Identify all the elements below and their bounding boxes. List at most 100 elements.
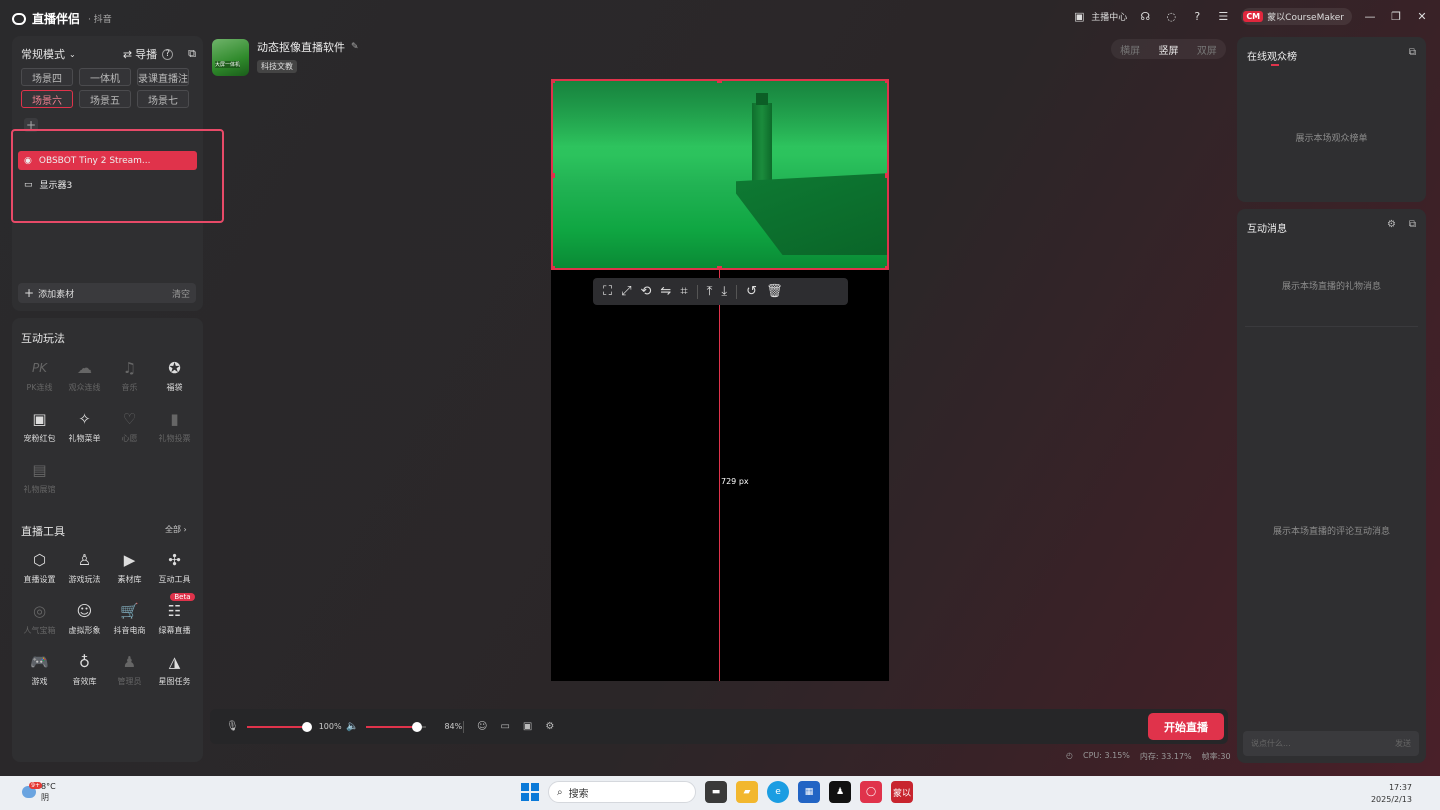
tab-dual[interactable]: 双屏 bbox=[1197, 42, 1217, 57]
task-view-icon[interactable]: ▬ bbox=[705, 781, 727, 803]
tools-all-link[interactable]: 全部 › bbox=[165, 524, 187, 535]
edge-browser-icon[interactable]: e bbox=[767, 781, 789, 803]
popout-icon[interactable]: ⧉ bbox=[1409, 219, 1416, 230]
help-icon[interactable]: ? bbox=[1189, 9, 1205, 25]
clear-button[interactable]: 清空 bbox=[172, 287, 190, 300]
tool-music[interactable]: ♫ 音乐 bbox=[107, 358, 152, 393]
divider bbox=[736, 284, 738, 299]
reset-icon[interactable]: ↺ bbox=[746, 284, 757, 299]
delete-icon[interactable]: 🗑 bbox=[766, 284, 783, 299]
tool-game[interactable]: 🎮 游戏 bbox=[17, 652, 62, 687]
camera-source-preview[interactable] bbox=[551, 79, 889, 270]
speaker-volume-slider[interactable] bbox=[366, 721, 427, 732]
minimize-icon[interactable]: — bbox=[1362, 9, 1378, 25]
fullscreen-icon[interactable]: ⤢ bbox=[621, 284, 631, 299]
tool-admin[interactable]: ♟ 管理员 bbox=[107, 652, 152, 687]
category-tag[interactable]: 科技文教 bbox=[257, 60, 297, 73]
rotate-icon[interactable]: ⟲ bbox=[641, 284, 652, 299]
taskbar-search[interactable]: ⌕ 搜索 bbox=[548, 781, 696, 803]
joystick-icon: ♙ bbox=[77, 551, 92, 569]
resize-handle[interactable] bbox=[885, 173, 887, 178]
chat-bubble-icon[interactable]: ◌ bbox=[1163, 9, 1179, 25]
tool-gift-gallery[interactable]: ▤ 礼物展馆 bbox=[17, 460, 62, 495]
account-button[interactable]: CM 蒙以CourseMaker bbox=[1241, 8, 1352, 25]
tool-label: 礼物投票 bbox=[158, 434, 191, 443]
app-shortcut-icon[interactable]: 蒙以 bbox=[891, 781, 913, 803]
resize-handle[interactable] bbox=[553, 81, 555, 83]
popout-icon[interactable]: ⧉ bbox=[188, 47, 196, 61]
fit-screen-icon[interactable]: ⛶ bbox=[603, 284, 612, 299]
live-companion-taskbar-icon[interactable]: ◯ bbox=[860, 781, 882, 803]
tab-portrait[interactable]: 竖屏 bbox=[1158, 42, 1178, 57]
app-platform: · 抖音 bbox=[88, 15, 112, 25]
menu-icon[interactable]: ☰ bbox=[1215, 9, 1231, 25]
tool-star-tasks[interactable]: ◮ 星图任务 bbox=[152, 652, 197, 687]
speaker-icon[interactable]: 🔈 bbox=[346, 721, 358, 732]
send-button[interactable]: 发送 bbox=[1395, 738, 1411, 749]
tool-interactive-tools[interactable]: ✣ 互动工具 bbox=[152, 550, 197, 585]
camera-icon[interactable]: ▣ bbox=[523, 721, 532, 732]
tab-landscape[interactable]: 横屏 bbox=[1120, 42, 1140, 57]
tool-sound-effects[interactable]: ♁ 音效库 bbox=[62, 652, 107, 687]
mode-selector[interactable]: 常规模式 ⌄ bbox=[21, 46, 76, 62]
tool-audience-link[interactable]: ☁ 观众连线 bbox=[62, 358, 107, 393]
performance-icon[interactable]: ◴ bbox=[1066, 751, 1073, 762]
store-icon[interactable]: ▦ bbox=[798, 781, 820, 803]
edit-icon[interactable]: ✎ bbox=[351, 42, 359, 52]
scene-tab[interactable]: 场景五 bbox=[79, 90, 131, 108]
mode-label: 常规模式 bbox=[21, 48, 65, 61]
beauty-icon[interactable]: ☺ bbox=[477, 721, 487, 732]
flip-icon[interactable]: ⇋ bbox=[660, 284, 671, 299]
move-top-icon[interactable]: ⤒ bbox=[707, 284, 713, 299]
tool-live-settings[interactable]: ⬡ 直播设置 bbox=[17, 550, 62, 585]
tool-gift-vote[interactable]: ▮ 礼物投票 bbox=[152, 409, 197, 444]
creator-center-button[interactable]: ▣ 主播中心 bbox=[1071, 9, 1127, 25]
resize-handle[interactable] bbox=[553, 266, 555, 268]
tool-avatar[interactable]: ☺ 虚拟形象 bbox=[62, 601, 107, 636]
scene-tab[interactable]: 录课直播注 bbox=[137, 68, 189, 86]
tool-red-packet[interactable]: ▣ 宠粉红包 bbox=[17, 409, 62, 444]
popout-icon[interactable]: ⧉ bbox=[1409, 47, 1416, 58]
resize-handle[interactable] bbox=[885, 266, 887, 268]
resize-handle[interactable] bbox=[553, 173, 555, 178]
mic-volume-slider[interactable] bbox=[246, 721, 312, 732]
settings-icon[interactable]: ⚙ bbox=[545, 721, 554, 732]
tool-popularity-box[interactable]: ◎ 人气宝箱 bbox=[17, 601, 62, 636]
sound-effect-icon: ♁ bbox=[79, 653, 90, 671]
stream-cover-thumbnail[interactable]: 大屏一体机 bbox=[212, 39, 249, 76]
tool-ecommerce[interactable]: 🛒 抖音电商 bbox=[107, 601, 152, 636]
microphone-icon[interactable]: 🎙 bbox=[226, 721, 239, 732]
tool-material-library[interactable]: ▶ 素材库 bbox=[107, 550, 152, 585]
weather-widget[interactable]: 9+ 8°C 阴 bbox=[22, 781, 56, 803]
start-live-button[interactable]: 开始直播 bbox=[1148, 713, 1224, 740]
scene-tab[interactable]: 场景七 bbox=[137, 90, 189, 108]
move-bottom-icon[interactable]: ⤓ bbox=[721, 284, 727, 299]
file-explorer-icon[interactable]: ▰ bbox=[736, 781, 758, 803]
mic-volume-knob[interactable] bbox=[301, 721, 312, 732]
crop-icon[interactable]: ⌗ bbox=[680, 284, 687, 299]
scene-tab-active[interactable]: 场景六 bbox=[21, 90, 73, 108]
tool-pk[interactable]: PK PK连线 bbox=[17, 358, 62, 393]
tool-wish[interactable]: ♡ 心愿 bbox=[107, 409, 152, 444]
add-material-button[interactable]: + 添加素材 bbox=[24, 286, 74, 300]
headset-icon[interactable]: ☊ bbox=[1137, 9, 1153, 25]
help-icon[interactable]: ? bbox=[162, 48, 174, 60]
resize-handle[interactable] bbox=[717, 81, 722, 83]
restore-icon[interactable]: ❐ bbox=[1388, 9, 1404, 25]
guide-button[interactable]: ⇄ 导播 bbox=[123, 46, 157, 62]
settings-icon[interactable]: ⚙ bbox=[1387, 219, 1396, 230]
scene-tab[interactable]: 一体机 bbox=[79, 68, 131, 86]
windows-start-icon[interactable] bbox=[521, 783, 539, 801]
tool-lucky-bag[interactable]: ✪ 福袋 bbox=[152, 358, 197, 393]
tool-green-screen[interactable]: ☷ Beta 绿幕直播 bbox=[152, 593, 197, 636]
close-icon[interactable]: ✕ bbox=[1414, 9, 1430, 25]
system-clock[interactable]: 17:37 2025/2/13 bbox=[1371, 782, 1412, 806]
comment-input[interactable]: 说点什么... 发送 bbox=[1243, 731, 1419, 756]
resize-handle[interactable] bbox=[885, 81, 887, 83]
tool-game-play[interactable]: ♙ 游戏玩法 bbox=[62, 550, 107, 585]
speaker-volume-knob[interactable] bbox=[411, 721, 422, 732]
screen-record-icon[interactable]: ▭ bbox=[500, 721, 509, 732]
scene-tab[interactable]: 场景四 bbox=[21, 68, 73, 86]
qq-icon[interactable]: ♟ bbox=[829, 781, 851, 803]
tool-gift-menu[interactable]: ✧ 礼物菜单 bbox=[62, 409, 107, 444]
